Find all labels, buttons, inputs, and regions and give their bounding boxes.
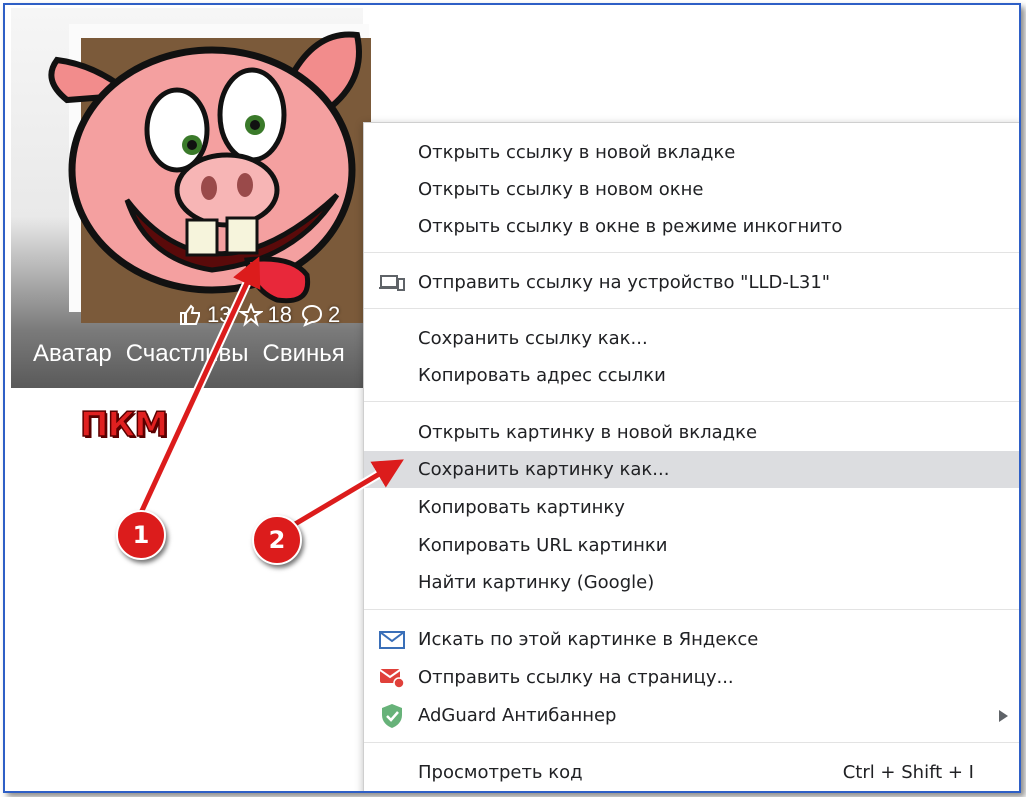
menu-item-label: Сохранить картинку как... [418, 459, 670, 480]
tag-link[interactable]: Свинья [263, 340, 345, 368]
image-stats: 13 18 2 [179, 302, 340, 328]
menu-separator [364, 609, 1019, 610]
mail-share-icon [378, 666, 406, 690]
menu-item-label: Копировать URL картинки [418, 535, 668, 556]
menu-separator [364, 401, 1019, 402]
context-menu: Открыть ссылку в новой вкладке Открыть с… [363, 122, 1019, 791]
menu-item-shortcut: Ctrl + Shift + I [842, 762, 974, 783]
comments-stat[interactable]: 2 [300, 302, 340, 328]
menu-item-label: Открыть ссылку в новом окне [418, 179, 704, 200]
step-1-badge: 1 [116, 510, 166, 560]
menu-item-label: Копировать адрес ссылки [418, 365, 666, 386]
menu-item-label: Открыть ссылку в окне в режиме инкогнито [418, 216, 843, 237]
pkm-annotation: ПКМ [79, 404, 169, 446]
adguard-shield-icon [378, 703, 406, 728]
menu-save-image-as[interactable]: Сохранить картинку как... [364, 451, 1019, 488]
image-tags: Аватар Счастливы Свинья [33, 340, 345, 368]
favorites-stat[interactable]: 18 [239, 302, 292, 328]
menu-adguard[interactable]: AdGuard Антибаннер [364, 697, 1019, 734]
menu-open-image-new-tab[interactable]: Открыть картинку в новой вкладке [364, 414, 1019, 451]
submenu-arrow-icon [999, 709, 1008, 722]
tag-link[interactable]: Аватар [33, 340, 112, 368]
menu-separator [364, 742, 1019, 743]
step-2-badge: 2 [252, 515, 302, 565]
comments-count: 2 [327, 302, 341, 327]
menu-item-label: Копировать картинку [418, 497, 625, 518]
tag-link[interactable]: Счастливы [126, 340, 249, 368]
screenshot-frame: 13 18 2 Аватар Счастливы Свинья ПКМ Откр… [3, 3, 1021, 793]
menu-find-image-google[interactable]: Найти картинку (Google) [364, 564, 1019, 601]
favorites-count: 18 [267, 302, 292, 327]
pig-avatar-image[interactable] [37, 20, 387, 305]
menu-item-label: Открыть ссылку в новой вкладке [418, 142, 736, 163]
thumbs-up-icon [180, 304, 200, 325]
menu-send-to-device[interactable]: Отправить ссылку на устройство "LLD-L31" [364, 264, 1019, 301]
menu-open-link-new-tab[interactable]: Открыть ссылку в новой вкладке [364, 134, 1019, 171]
image-card[interactable]: 13 18 2 Аватар Счастливы Свинья [11, 8, 371, 388]
menu-send-link-to-page[interactable]: Отправить ссылку на страницу... [364, 659, 1019, 696]
menu-copy-image[interactable]: Копировать картинку [364, 489, 1019, 526]
likes-stat[interactable]: 13 [179, 302, 231, 328]
menu-save-link-as[interactable]: Сохранить ссылку как... [364, 320, 1019, 357]
menu-item-label: Сохранить ссылку как... [418, 328, 648, 349]
menu-item-label: Найти картинку (Google) [418, 572, 655, 593]
menu-copy-image-url[interactable]: Копировать URL картинки [364, 527, 1019, 564]
likes-count: 13 [207, 302, 232, 327]
menu-open-link-new-window[interactable]: Открыть ссылку в новом окне [364, 171, 1019, 208]
menu-item-label: Отправить ссылку на страницу... [418, 667, 734, 688]
star-icon [239, 303, 264, 327]
menu-separator [364, 252, 1019, 253]
menu-item-label: Просмотреть код [418, 762, 583, 783]
menu-item-label: Искать по этой картинке в Яндексе [418, 629, 759, 650]
menu-item-label: AdGuard Антибаннер [418, 705, 617, 726]
device-icon [378, 271, 406, 295]
menu-open-link-incognito[interactable]: Открыть ссылку в окне в режиме инкогнито [364, 208, 1019, 245]
menu-view-code[interactable]: Просмотреть код Ctrl + Shift + I [364, 754, 1019, 791]
mail-icon [378, 628, 406, 652]
menu-copy-link-address[interactable]: Копировать адрес ссылки [364, 357, 1019, 394]
menu-search-yandex[interactable]: Искать по этой картинке в Яндексе [364, 621, 1019, 658]
menu-item-label: Отправить ссылку на устройство "LLD-L31" [418, 272, 831, 293]
menu-item-label: Открыть картинку в новой вкладке [418, 422, 758, 443]
menu-separator [364, 308, 1019, 309]
comment-icon [301, 304, 322, 327]
